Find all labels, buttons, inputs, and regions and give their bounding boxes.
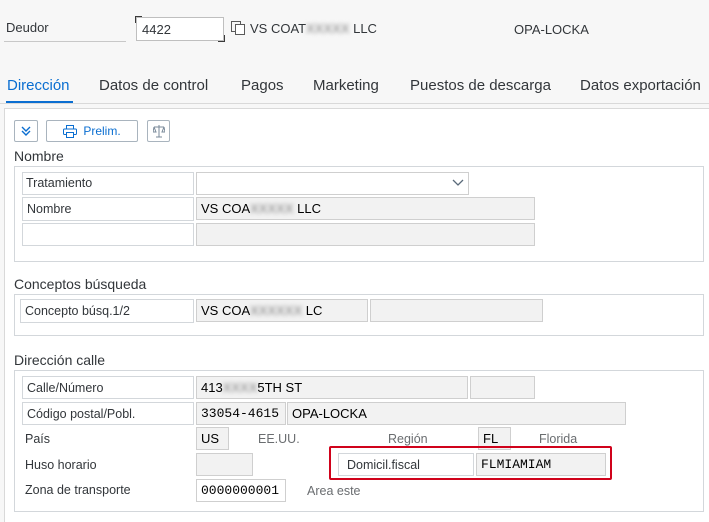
concepto1-field[interactable]: VS COAXXXXXX LC bbox=[196, 299, 368, 322]
huso-horario-label: Huso horario bbox=[25, 458, 97, 472]
pais-description: EE.UU. bbox=[258, 432, 300, 446]
expand-button[interactable] bbox=[14, 120, 38, 142]
redacted-text: XXXXXX bbox=[250, 303, 303, 318]
tabs-divider bbox=[0, 103, 709, 104]
redacted-text: XXXX bbox=[222, 380, 258, 395]
concepto-label: Concepto búsq.1/2 bbox=[25, 304, 130, 318]
codigo-postal-field[interactable]: 33054-4615 bbox=[196, 402, 286, 425]
tab-direccion[interactable]: Dirección bbox=[7, 77, 70, 94]
deudor-city: OPA-LOCKA bbox=[514, 22, 589, 37]
nombre-section-title: Nombre bbox=[14, 148, 64, 164]
tab-datos-exportacion[interactable]: Datos exportación bbox=[580, 77, 701, 94]
concepto2-field[interactable] bbox=[370, 299, 543, 322]
deudor-name: VS COATXXXXX LLC bbox=[250, 21, 377, 36]
nombre-field[interactable]: VS COAXXXXX LLC bbox=[196, 197, 535, 220]
busqueda-section-title: Conceptos búsqueda bbox=[14, 276, 147, 292]
domicil-fiscal-field[interactable]: FLMIAMIAM bbox=[476, 453, 606, 476]
chevron-down-icon[interactable] bbox=[452, 179, 464, 187]
huso-horario-field[interactable] bbox=[196, 453, 253, 476]
nombre2-field[interactable] bbox=[196, 223, 535, 246]
double-chevron-down-icon bbox=[21, 126, 31, 136]
zona-transporte-label: Zona de transporte bbox=[25, 483, 131, 497]
codigo-label: Código postal/Pobl. bbox=[27, 407, 136, 421]
poblacion-field[interactable]: OPA-LOCKA bbox=[287, 402, 626, 425]
prelim-label: Prelim. bbox=[83, 124, 121, 138]
nombre-label: Nombre bbox=[27, 202, 72, 216]
tratamiento-select[interactable] bbox=[196, 172, 469, 195]
deudor-input[interactable]: 4422 bbox=[135, 16, 225, 42]
deudor-label: Deudor bbox=[6, 20, 49, 35]
printer-icon bbox=[63, 124, 78, 138]
active-tab-indicator bbox=[6, 101, 73, 103]
redacted-text: XXXXX bbox=[306, 21, 350, 36]
redacted-text: XXXXX bbox=[250, 201, 294, 216]
direccion-section-title: Dirección calle bbox=[14, 352, 106, 368]
copy-icon[interactable] bbox=[230, 20, 246, 36]
tab-datos-control[interactable]: Datos de control bbox=[99, 77, 208, 94]
numero-field[interactable] bbox=[470, 376, 535, 399]
tab-pagos[interactable]: Pagos bbox=[241, 77, 284, 94]
calle-field[interactable]: 413XXXX5TH ST bbox=[196, 376, 468, 399]
zona-transporte-description: Area este bbox=[307, 484, 361, 498]
scales-icon bbox=[152, 125, 165, 138]
domicil-fiscal-label: Domicil.fiscal bbox=[347, 458, 420, 472]
pais-field[interactable]: US bbox=[196, 427, 229, 450]
region-label: Región bbox=[388, 432, 428, 446]
region-description: Florida bbox=[539, 432, 578, 446]
tab-puestos-descarga[interactable]: Puestos de descarga bbox=[410, 77, 551, 94]
scales-button[interactable] bbox=[147, 120, 170, 142]
deudor-label-underline bbox=[4, 41, 126, 42]
prelim-button[interactable]: Prelim. bbox=[46, 120, 138, 142]
tratamiento-label: Tratamiento bbox=[26, 176, 93, 190]
calle-label: Calle/Número bbox=[27, 381, 104, 395]
nombre2-label-box bbox=[22, 223, 194, 246]
pais-label: País bbox=[25, 432, 51, 446]
tab-marketing[interactable]: Marketing bbox=[313, 77, 379, 94]
zona-transporte-field[interactable]: 0000000001 bbox=[196, 479, 286, 502]
